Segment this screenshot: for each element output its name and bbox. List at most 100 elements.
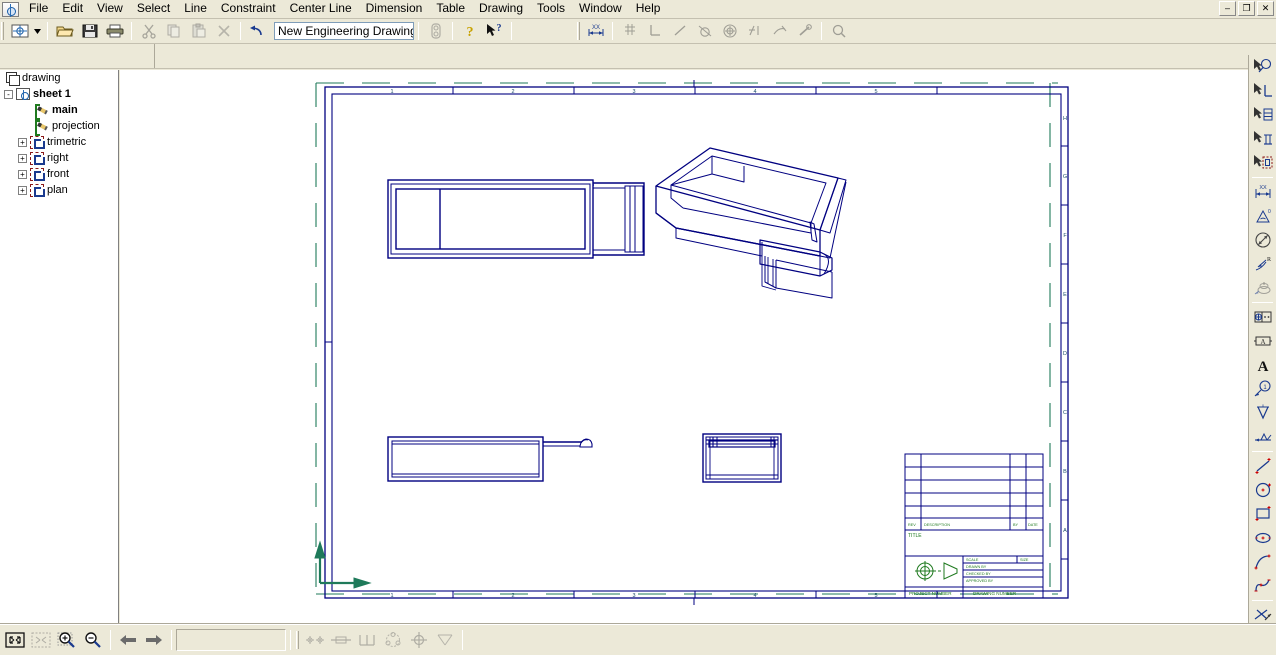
zoom-selection-button[interactable] [29, 628, 53, 652]
tree-node-main[interactable]: main [0, 102, 118, 120]
centerline-toolbar-grip[interactable] [296, 631, 299, 649]
model-tree-panel[interactable]: drawing - sheet 1 main projection + trim… [0, 70, 119, 624]
collinear-constraint-button[interactable] [668, 20, 691, 42]
drawing-canvas[interactable]: 1 2 3 4 5 1 2 3 4 5 H G F E D C B A REV … [120, 70, 1248, 624]
linear-dimension-button[interactable]: XX [1250, 180, 1275, 204]
tree-node-projection[interactable]: projection [0, 118, 118, 136]
menu-item-view[interactable]: View [90, 0, 130, 18]
drawing-sheet[interactable]: 1 2 3 4 5 1 2 3 4 5 H G F E D C B A REV … [120, 70, 1248, 624]
document-name-field[interactable]: New Engineering Drawing [274, 22, 414, 40]
feature-control-frame-button[interactable] [1250, 305, 1275, 329]
draw-arc-button[interactable] [1250, 550, 1275, 574]
angular-dimension-button[interactable]: 0 [1250, 204, 1275, 228]
toolbar-grip-2[interactable] [577, 22, 580, 40]
menu-item-file[interactable]: File [22, 0, 55, 18]
draw-rectangle-button[interactable] [1250, 502, 1275, 526]
zoom-in-button[interactable] [55, 628, 79, 652]
new-drawing-dropdown[interactable] [32, 20, 43, 42]
diameter-dimension-button[interactable] [1250, 228, 1275, 252]
minimize-button[interactable]: – [1219, 1, 1236, 16]
select-view-button[interactable] [1250, 151, 1275, 175]
menu-item-help[interactable]: Help [629, 0, 668, 18]
title-block[interactable]: REV DESCRIPTION BY DATE TITLE SCALE SIZE… [904, 453, 1044, 599]
dimension-tool-button[interactable]: XX [584, 20, 607, 42]
restore-button[interactable]: ❐ [1238, 1, 1255, 16]
tree-node-trimetric[interactable]: + trimetric [0, 134, 118, 150]
center-line-pattern-button[interactable] [355, 628, 379, 652]
draw-circle-button[interactable] [1250, 478, 1275, 502]
menu-item-constraint[interactable]: Constraint [214, 0, 283, 18]
context-help-button[interactable]: ? [483, 20, 506, 42]
perpendicular-constraint-button[interactable] [643, 20, 666, 42]
center-cross-button[interactable] [407, 628, 431, 652]
draw-line-button[interactable] [1250, 454, 1275, 478]
draw-ellipse-button[interactable] [1250, 526, 1275, 550]
toolbar-separator [821, 22, 822, 40]
view-trimetric-geometry[interactable] [655, 147, 847, 299]
fix-constraint-button[interactable] [793, 20, 816, 42]
menu-item-table[interactable]: Table [429, 0, 472, 18]
menu-item-tools[interactable]: Tools [530, 0, 572, 18]
tree-node-plan[interactable]: + plan [0, 182, 118, 198]
parallel-constraint-button[interactable] [768, 20, 791, 42]
expander-expand-icon[interactable]: + [18, 185, 27, 195]
expander-expand-icon[interactable]: + [18, 137, 27, 147]
menu-item-center-line[interactable]: Center Line [283, 0, 359, 18]
radial-dimension-button[interactable]: R [1250, 252, 1275, 276]
menu-item-select[interactable]: Select [130, 0, 177, 18]
toolbar-grip[interactable] [1, 22, 4, 40]
open-button[interactable] [53, 20, 76, 42]
tree-node-sheet-1[interactable]: - sheet 1 [0, 86, 118, 102]
ordinate-dimension-button[interactable]: 0 [1250, 276, 1275, 300]
new-drawing-button[interactable] [8, 20, 31, 42]
menu-item-line[interactable]: Line [177, 0, 214, 18]
draw-spline-button[interactable] [1250, 574, 1275, 598]
help-button[interactable]: ? [458, 20, 481, 42]
delete-button[interactable] [212, 20, 235, 42]
tree-node-right[interactable]: + right [0, 150, 118, 166]
view-front-geometry[interactable] [387, 436, 593, 482]
zoom-out-button[interactable] [81, 628, 105, 652]
trim-marks [315, 82, 1058, 595]
menu-item-window[interactable]: Window [572, 0, 629, 18]
equal-constraint-button[interactable] [743, 20, 766, 42]
copy-button[interactable] [162, 20, 185, 42]
menu-item-drawing[interactable]: Drawing [472, 0, 530, 18]
zoom-fit-button[interactable] [3, 628, 27, 652]
menu-item-dimension[interactable]: Dimension [359, 0, 430, 18]
select-table-button[interactable] [1250, 103, 1275, 127]
expander-expand-icon[interactable]: + [18, 169, 27, 179]
view-forward-button[interactable] [142, 628, 166, 652]
close-button[interactable]: ✕ [1257, 1, 1274, 16]
balloon-button[interactable]: 1 [1250, 377, 1275, 401]
concentric-constraint-button[interactable] [718, 20, 741, 42]
properties-button[interactable] [424, 20, 447, 42]
select-datum-button[interactable] [1250, 127, 1275, 151]
datum-feature-button[interactable]: A [1250, 329, 1275, 353]
expander-expand-icon[interactable]: + [18, 153, 27, 163]
print-button[interactable] [103, 20, 126, 42]
text-note-button[interactable]: A [1250, 353, 1275, 377]
center-mark-button[interactable] [303, 628, 327, 652]
paste-button[interactable] [187, 20, 210, 42]
tree-node-front[interactable]: + front [0, 166, 118, 182]
weld-symbol-button[interactable] [1250, 425, 1275, 449]
undo-button[interactable] [246, 20, 269, 42]
view-right-geometry[interactable] [702, 433, 782, 483]
view-back-button[interactable] [116, 628, 140, 652]
tree-node-drawing[interactable]: drawing [0, 70, 118, 86]
cut-button[interactable] [137, 20, 160, 42]
projection-line-button[interactable] [433, 628, 457, 652]
expander-collapse-icon[interactable]: - [4, 89, 13, 99]
bolt-circle-button[interactable] [381, 628, 405, 652]
select-perpendicular-button[interactable] [1250, 79, 1275, 103]
center-line-button[interactable] [329, 628, 353, 652]
surface-finish-button[interactable]: x [1250, 401, 1275, 425]
point-constraint-button[interactable] [618, 20, 641, 42]
tangent-constraint-button[interactable] [693, 20, 716, 42]
inspect-button[interactable] [827, 20, 850, 42]
select-dimension-button[interactable] [1250, 55, 1275, 79]
view-plan-geometry[interactable] [387, 179, 645, 259]
menu-item-edit[interactable]: Edit [55, 0, 90, 18]
save-button[interactable] [78, 20, 101, 42]
